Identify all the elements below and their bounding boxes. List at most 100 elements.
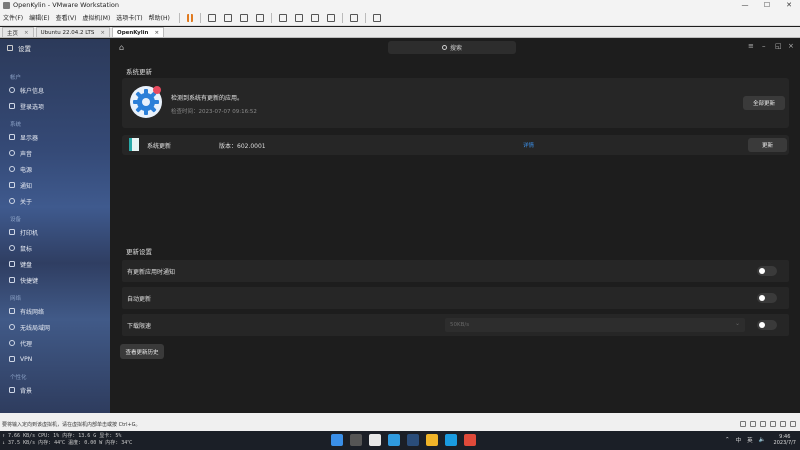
sidebar-item-label: 登录选项 <box>20 103 45 111</box>
vmware-menubar: 文件(F) 编辑(E) 查看(V) 虚拟机(M) 选项卡(T) 帮助(H) <box>0 10 800 26</box>
search-taskbar-icon[interactable] <box>350 434 362 446</box>
start-icon[interactable] <box>331 434 343 446</box>
group-label-system: 系统 <box>10 122 22 128</box>
library-icon[interactable] <box>278 13 287 22</box>
thumbnail-icon[interactable] <box>294 13 303 22</box>
sidebar-item-wireless[interactable]: 无线局域网 <box>0 319 110 335</box>
monitor-icon <box>9 134 15 140</box>
snapshot-manager-icon[interactable] <box>255 13 264 22</box>
sidebar-item-keyboard[interactable]: 键盘 <box>0 256 110 272</box>
shortcut-icon <box>9 277 15 283</box>
file-explorer-icon[interactable] <box>426 434 438 446</box>
menu-edit[interactable]: 编辑(E) <box>26 13 52 22</box>
chrome-icon[interactable] <box>464 434 476 446</box>
sidebar-item-display[interactable]: 显示器 <box>0 129 110 145</box>
tab-label: 主页 <box>7 30 19 37</box>
sidebar-item-shortcuts[interactable]: 快捷键 <box>0 272 110 288</box>
sidebar-title: 设置 <box>18 44 31 53</box>
vmware-taskbar-icon[interactable] <box>445 434 457 446</box>
home-icon[interactable]: ⌂ <box>119 43 124 52</box>
close-icon[interactable]: × <box>24 30 29 36</box>
app-icon[interactable] <box>369 434 381 446</box>
speed-limit-toggle[interactable] <box>757 320 777 330</box>
tab-home[interactable]: 主页 × <box>2 27 34 37</box>
lang-indicator[interactable]: 英 <box>747 436 753 444</box>
send-keys-icon[interactable] <box>207 13 216 22</box>
update-all-button[interactable]: 全部更新 <box>743 96 785 110</box>
perf-monitor: ↑ 7.66 KB/s CPU: 1% 内存: 13.6 G 显卡: 5% ↓ … <box>2 433 132 447</box>
sidebar-item-proxy[interactable]: 代理 <box>0 335 110 351</box>
wifi-icon <box>9 324 15 330</box>
setting-label: 下载限速 <box>127 323 152 330</box>
update-button[interactable]: 更新 <box>748 138 787 152</box>
sidebar-item-account-info[interactable]: 帐户信息 <box>0 82 110 98</box>
sound-card-icon[interactable] <box>780 421 786 427</box>
menu-view[interactable]: 查看(V) <box>53 13 80 22</box>
perf-line-1: ↑ 7.66 KB/s CPU: 1% 内存: 13.6 G 显卡: 5% <box>2 433 122 439</box>
sidebar-item-label: 鼠标 <box>20 245 33 253</box>
window-title: OpenKylin - VMware Workstation <box>13 1 119 9</box>
console-view-icon[interactable] <box>349 13 358 22</box>
menu-tabs[interactable]: 选项卡(T) <box>113 13 145 22</box>
sidebar-item-power[interactable]: 电源 <box>0 161 110 177</box>
menu-vm[interactable]: 虚拟机(M) <box>79 13 113 22</box>
edge-icon[interactable] <box>388 434 400 446</box>
sidebar-item-mouse[interactable]: 鼠标 <box>0 240 110 256</box>
sidebar-item-login-options[interactable]: 登录选项 <box>0 98 110 114</box>
device-icons <box>736 421 796 427</box>
usb-icon[interactable] <box>770 421 776 427</box>
sidebar-item-printer[interactable]: 打印机 <box>0 224 110 240</box>
sidebar-item-notifications[interactable]: 通知 <box>0 177 110 193</box>
network-adapter-icon[interactable] <box>760 421 766 427</box>
sidebar-item-sound[interactable]: 声音 <box>0 145 110 161</box>
display-icon[interactable] <box>790 421 796 427</box>
fullscreen-icon[interactable] <box>310 13 319 22</box>
hdd-icon[interactable] <box>740 421 746 427</box>
sidebar-item-about[interactable]: 关于 <box>0 193 110 209</box>
clock[interactable]: 9:46 2023/7/7 <box>774 434 796 446</box>
close-icon[interactable]: × <box>788 42 794 50</box>
tab-label: Ubuntu 22.04.2 LTS <box>40 29 95 36</box>
sidebar-item-vpn[interactable]: VPN <box>0 351 110 367</box>
settings-sidebar: 设置 帐户 帐户信息 登录选项 系统 显示器 声音 电源 通知 关于 设备 打印… <box>0 39 110 413</box>
maximize-icon[interactable]: ☐ <box>756 0 778 10</box>
group-label-devices: 设备 <box>10 217 22 223</box>
revert-snapshot-icon[interactable] <box>239 13 248 22</box>
guest-screen[interactable]: 设置 帐户 帐户信息 登录选项 系统 显示器 声音 电源 通知 关于 设备 打印… <box>0 39 800 413</box>
search-input[interactable]: 搜索 <box>388 41 516 54</box>
close-icon[interactable]: × <box>154 30 159 36</box>
vmware-tab-strip: 主页 × Ubuntu 22.04.2 LTS × OpenKylin × <box>0 27 800 38</box>
maximize-icon[interactable]: ◱ <box>775 42 782 50</box>
volume-icon[interactable]: 🔈 <box>759 437 766 443</box>
unity-icon[interactable] <box>326 13 335 22</box>
group-label-personalize: 个性化 <box>10 375 27 381</box>
stretch-icon[interactable] <box>372 13 381 22</box>
sidebar-item-wired[interactable]: 有线网络 <box>0 303 110 319</box>
tray-chevron-icon[interactable]: ⌃ <box>725 437 730 443</box>
menu-icon[interactable]: ≡ <box>748 42 754 50</box>
close-icon[interactable]: ✕ <box>778 0 800 10</box>
taskbar-apps <box>331 434 483 446</box>
pause-icon[interactable] <box>186 13 193 22</box>
auto-update-toggle[interactable] <box>757 293 777 303</box>
sidebar-item-background[interactable]: 背景 <box>0 382 110 398</box>
tab-ubuntu[interactable]: Ubuntu 22.04.2 LTS × <box>35 27 111 37</box>
sidebar-item-label: 电源 <box>20 166 33 174</box>
section-title-update: 系统更新 <box>126 68 152 76</box>
cdrom-icon[interactable] <box>750 421 756 427</box>
minimize-icon[interactable]: – <box>762 42 766 50</box>
app-package-icon <box>129 138 139 151</box>
close-icon[interactable]: × <box>100 30 105 36</box>
ime-indicator[interactable]: 中 <box>736 436 742 444</box>
snapshot-icon[interactable] <box>223 13 232 22</box>
menu-help[interactable]: 帮助(H) <box>146 13 173 22</box>
steam-icon[interactable] <box>407 434 419 446</box>
proxy-icon <box>9 340 15 346</box>
notify-toggle[interactable] <box>757 266 777 276</box>
minimize-icon[interactable]: — <box>734 0 756 10</box>
details-link[interactable]: 详情 <box>523 141 534 149</box>
tab-openkylin[interactable]: OpenKylin × <box>112 27 165 37</box>
speed-limit-select[interactable]: 50KB/s ⌄ <box>445 318 745 332</box>
menu-file[interactable]: 文件(F) <box>0 13 26 22</box>
update-history-button[interactable]: 查看更新历史 <box>120 344 164 359</box>
